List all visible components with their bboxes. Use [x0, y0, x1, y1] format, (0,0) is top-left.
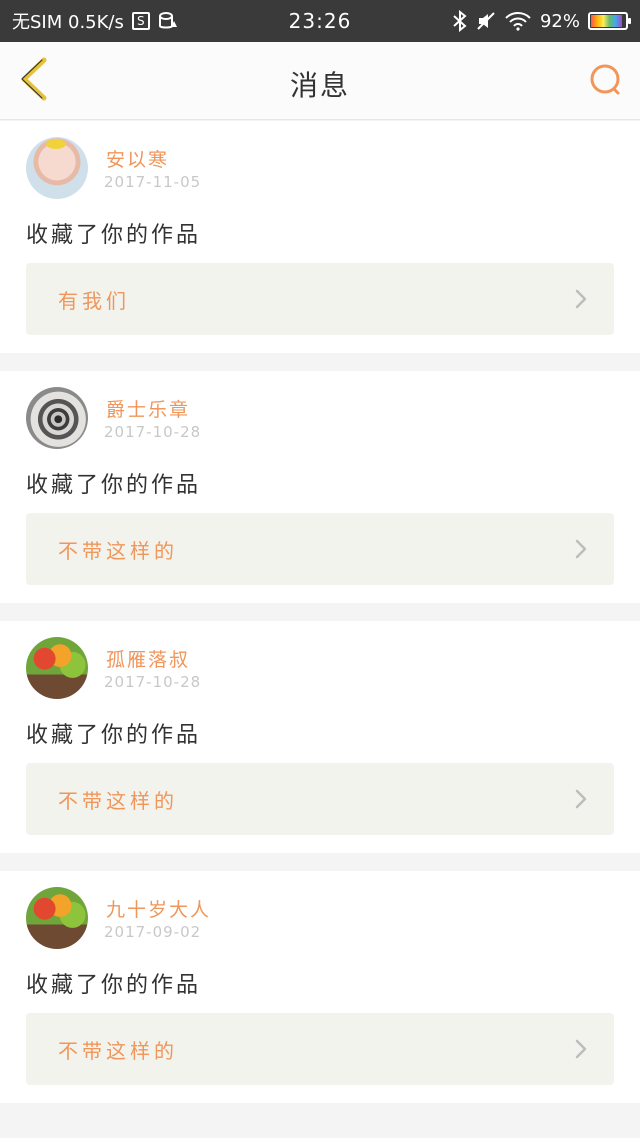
message-action: 收藏了你的作品: [26, 723, 202, 748]
work-link[interactable]: 有我们: [26, 263, 614, 335]
work-title: 不带这样的: [58, 538, 178, 563]
chevron-right-icon: [574, 288, 588, 310]
status-right: 92%: [452, 10, 631, 32]
status-bar: 无SIM 0.5K/s S 23:26 92%: [0, 0, 640, 42]
work-link[interactable]: 不带这样的: [26, 513, 614, 585]
chevron-right-icon: [574, 788, 588, 810]
message-date: 2017-11-05: [104, 173, 202, 191]
user-name[interactable]: 爵士乐章: [106, 395, 190, 422]
message-card: 安以寒 2017-11-05 收藏了你的作品 有我们: [0, 121, 640, 353]
chevron-right-icon: [574, 538, 588, 560]
message-date: 2017-09-02: [104, 923, 202, 941]
avatar[interactable]: [26, 137, 88, 199]
wifi-icon: [504, 11, 532, 31]
bluetooth-icon: [452, 10, 468, 32]
user-name[interactable]: 九十岁大人: [106, 895, 211, 922]
work-title: 不带这样的: [58, 788, 178, 813]
message-date: 2017-10-28: [104, 423, 202, 441]
user-name[interactable]: 安以寒: [106, 145, 169, 172]
user-name[interactable]: 孤雁落叔: [106, 645, 190, 672]
avatar[interactable]: [26, 387, 88, 449]
message-list: 安以寒 2017-11-05 收藏了你的作品 有我们 爵士乐章 2017-10-…: [0, 121, 640, 1121]
work-link[interactable]: 不带这样的: [26, 763, 614, 835]
carrier-text: 无SIM 0.5K/s: [12, 12, 124, 33]
message-date: 2017-10-28: [104, 673, 202, 691]
mute-icon: [476, 11, 496, 31]
storage-icon: [158, 11, 178, 31]
message-card: 爵士乐章 2017-10-28 收藏了你的作品 不带这样的: [0, 371, 640, 603]
battery-icon: [588, 12, 631, 30]
message-action: 收藏了你的作品: [26, 473, 202, 498]
message-card: 九十岁大人 2017-09-02 收藏了你的作品 不带这样的: [0, 871, 640, 1103]
chevron-right-icon: [574, 1038, 588, 1060]
message-action: 收藏了你的作品: [26, 223, 202, 248]
message-action: 收藏了你的作品: [26, 973, 202, 998]
work-title: 不带这样的: [58, 1038, 178, 1063]
search-icon: [588, 62, 624, 102]
page-title: 消息: [289, 69, 350, 102]
status-left: 无SIM 0.5K/s S: [12, 8, 178, 34]
search-button[interactable]: [586, 62, 626, 102]
avatar[interactable]: [26, 637, 88, 699]
work-link[interactable]: 不带这样的: [26, 1013, 614, 1085]
battery-percent: 92%: [539, 10, 580, 32]
app-header: 消息: [0, 42, 640, 120]
work-title: 有我们: [58, 288, 130, 313]
s-app-icon: S: [131, 12, 150, 30]
avatar[interactable]: [26, 887, 88, 949]
message-card: 孤雁落叔 2017-10-28 收藏了你的作品 不带这样的: [0, 621, 640, 853]
